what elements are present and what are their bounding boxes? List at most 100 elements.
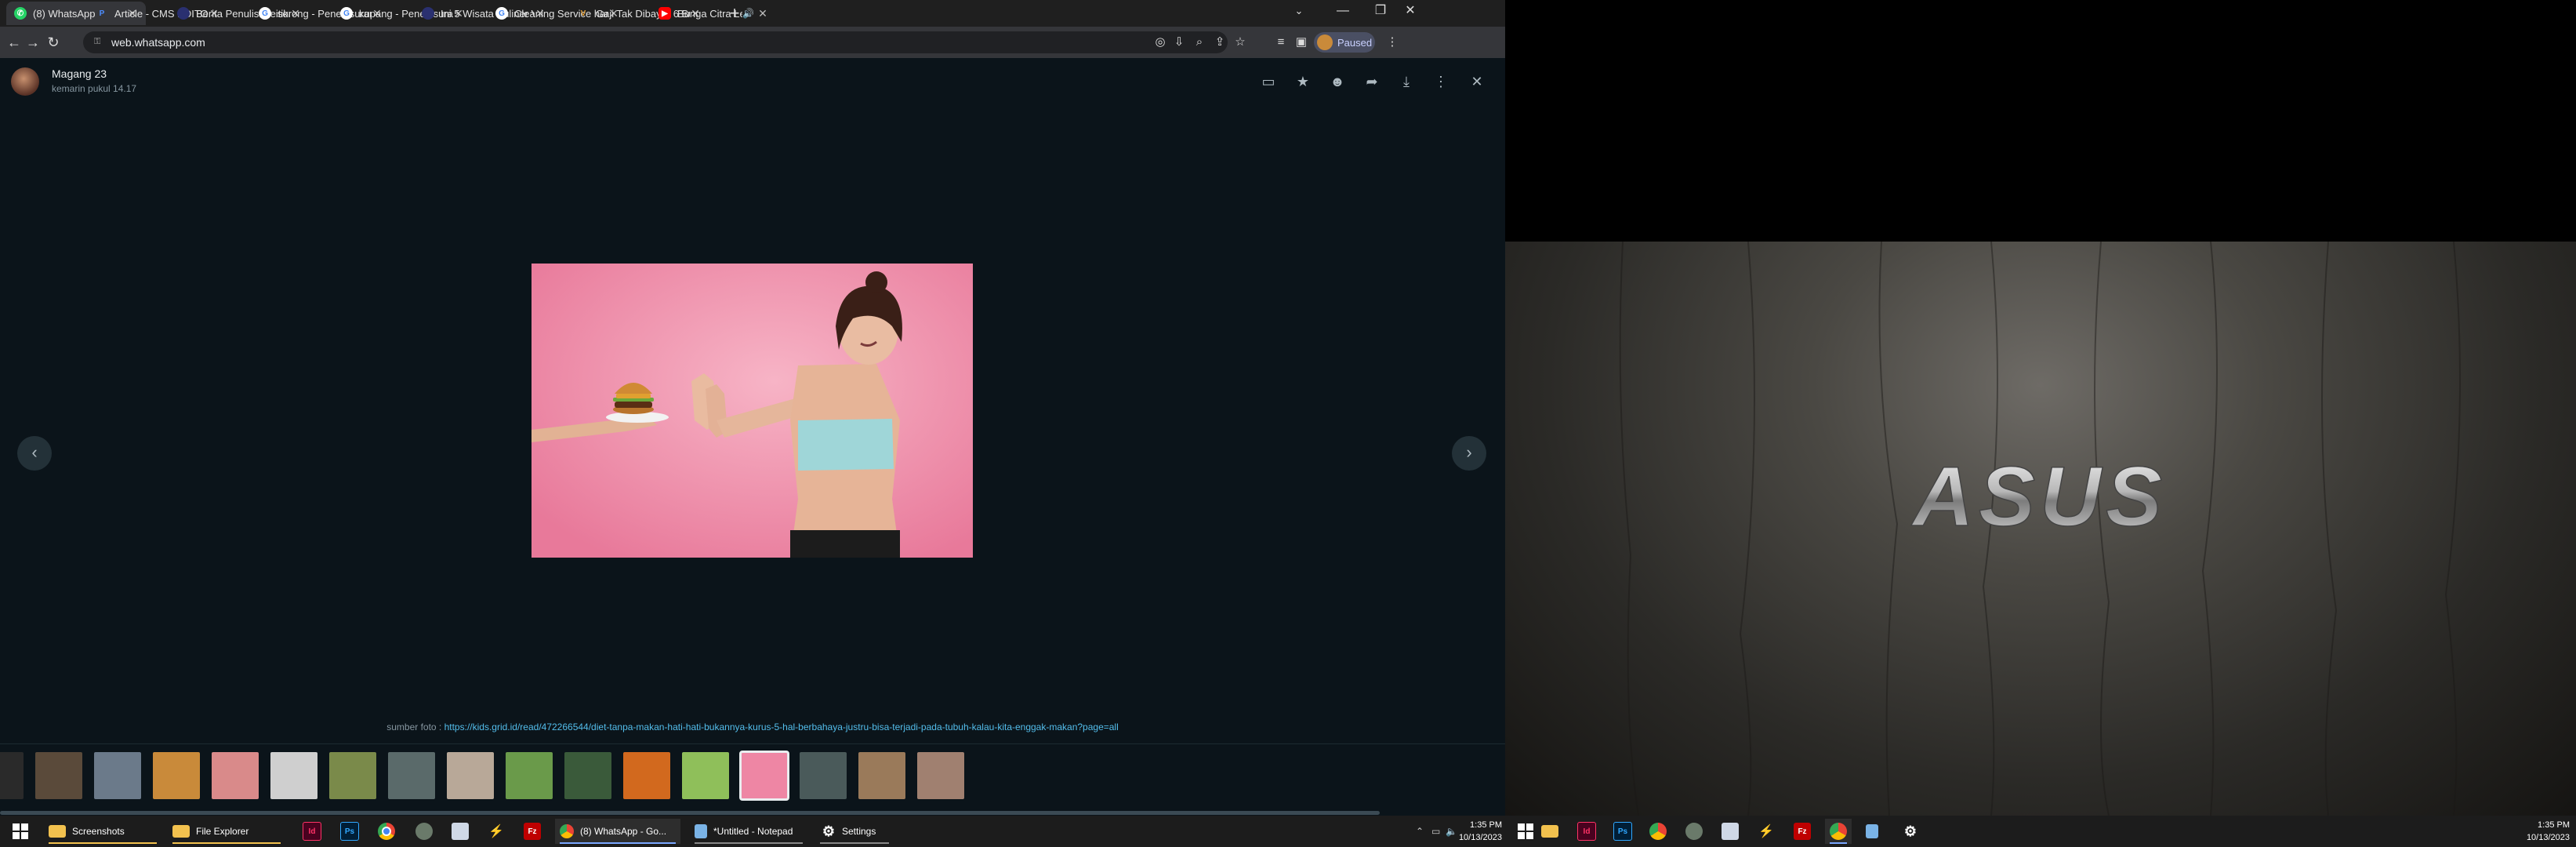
google-lens-icon[interactable]: ◎ [1152,35,1168,50]
notes-icon [1722,823,1739,840]
profile-status: Paused [1337,36,1373,49]
clock-date: 10/13/2023 [2526,833,2570,842]
thumbnail-scrollbar[interactable] [0,811,1380,815]
open-indicator [1830,842,1847,844]
site-info-icon[interactable]: ⚿ [94,37,102,46]
taskbar-item-whatsapp-chrome[interactable]: (8) WhatsApp - Go... [555,819,680,844]
system-clock[interactable]: 1:35 PM 10/13/2023 [2523,819,2570,844]
react-emoji-icon[interactable]: ☻ [1328,72,1347,91]
start-button[interactable] [1513,819,1538,844]
taskbar-notes[interactable] [1717,819,1743,844]
taskbar-label: *Untitled - Notepad [713,826,793,837]
media-thumbnail[interactable] [270,752,317,799]
taskbar-item-screenshots[interactable]: Screenshots [44,819,161,844]
media-thumbnail[interactable] [153,752,200,799]
acrobat-icon: ⚡ [488,825,504,838]
chrome-menu-icon[interactable]: ⋮ [1384,35,1400,50]
taskbar-app[interactable] [411,819,437,844]
close-window-icon[interactable]: ✕ [1392,0,1428,24]
back-icon[interactable]: ← [5,33,24,52]
media-thumbnail[interactable] [35,752,82,799]
media-thumbnail[interactable] [623,752,670,799]
zoom-icon[interactable]: ⌕ [1192,35,1207,50]
taskbar-acrobat[interactable]: ⚡ [1753,819,1780,844]
media-thumbnail[interactable] [388,752,435,799]
photoshop-icon: Ps [1613,822,1632,841]
reload-icon[interactable]: ↻ [44,33,63,52]
taskbar-notepad[interactable] [1861,819,1883,844]
taskbar-settings[interactable]: ⚙ [1897,819,1924,844]
taskbar-item-file-explorer[interactable]: File Explorer [168,819,285,844]
media-thumbnail[interactable] [329,752,376,799]
avatar[interactable] [11,67,39,96]
windows-icon [1518,823,1533,839]
tab-strip: ✆ (8) WhatsApp ✕ P Article - CMS EDITOR … [0,0,1505,27]
taskbar-acrobat[interactable]: ⚡ [483,819,510,844]
show-hidden-icons-chevron-icon[interactable]: ⌃ [1411,819,1428,844]
google-icon: G [495,7,508,20]
whatsapp-media-viewer: Magang 23 kemarin pukul 14.17 ▭ ★ ☻ ➦ ⤓ … [0,58,1505,816]
minimize-icon[interactable]: — [1325,0,1361,24]
taskbar-filezilla[interactable]: Fz [519,819,546,844]
taskbar-file-explorer[interactable] [1537,819,1563,844]
taskbar-filezilla[interactable]: Fz [1789,819,1816,844]
star-icon[interactable]: ★ [1293,72,1312,91]
google-icon: G [340,7,353,20]
media-thumbnail[interactable] [506,752,553,799]
caption-link[interactable]: https://kids.grid.id/read/472266544/diet… [444,722,1119,732]
taskbar-chrome[interactable] [373,819,400,844]
notes-icon [452,823,469,840]
tab-bunga-citra-lestari[interactable]: ▶ Bunga Citra Lesta 🔊 ✕ [651,2,776,25]
open-indicator [820,842,889,844]
previous-media-button[interactable]: ‹ [17,436,52,471]
taskbar-indesign[interactable]: Id [1573,819,1601,844]
clock-time: 1:35 PM [2538,820,2570,830]
folder-icon [1541,825,1558,838]
filezilla-icon: Fz [524,823,541,840]
side-panel-icon[interactable]: ▣ [1293,35,1309,50]
taskbar-chrome[interactable] [1645,819,1671,844]
media-thumbnail[interactable] [564,752,611,799]
taskbar-item-settings[interactable]: ⚙ Settings [815,819,894,844]
reading-list-icon[interactable]: ≡ [1273,35,1289,50]
media-thumbnail[interactable] [917,752,964,799]
share-icon[interactable]: ⇪ [1212,35,1228,50]
system-clock[interactable]: 1:35 PM 10/13/2023 [1455,819,1502,844]
address-bar[interactable]: ⚿ web.whatsapp.com [83,31,1228,53]
forward-icon[interactable]: → [24,33,42,52]
v-logo-icon: V [580,9,586,18]
tab-search-chevron-icon[interactable]: ⌄ [1287,0,1311,24]
new-tab-button[interactable]: + [724,3,745,24]
url-text[interactable]: web.whatsapp.com [111,36,205,49]
taskbar-app[interactable] [1681,819,1707,844]
media-thumbnail[interactable] [447,752,494,799]
next-media-button[interactable]: › [1452,436,1486,471]
start-button[interactable] [8,819,33,844]
taskbar-notes[interactable] [447,819,473,844]
download-icon[interactable]: ⤓ [1397,72,1416,91]
media-thumbnail[interactable] [212,752,259,799]
taskbar-chrome-active[interactable] [1825,819,1852,844]
go-to-message-icon[interactable]: ▭ [1259,72,1278,91]
taskbar-indesign[interactable]: Id [298,819,326,844]
media-thumbnail[interactable] [682,752,729,799]
close-viewer-icon[interactable]: ✕ [1468,72,1486,91]
profile-paused-button[interactable]: Paused [1314,32,1375,53]
taskbar-item-notepad[interactable]: *Untitled - Notepad [690,819,807,844]
filezilla-icon: Fz [1794,823,1811,840]
media-thumbnail[interactable] [0,752,24,799]
bookmark-star-icon[interactable]: ☆ [1232,35,1248,50]
install-app-icon[interactable]: ⇩ [1171,35,1187,50]
more-options-icon[interactable]: ⋮ [1431,72,1450,91]
close-tab-icon[interactable]: ✕ [757,7,768,20]
media-thumbnail[interactable] [858,752,905,799]
media-thumbnail[interactable] [739,751,789,801]
taskbar-photoshop[interactable]: Ps [1609,819,1637,844]
forward-icon[interactable]: ➦ [1362,72,1381,91]
chrome-icon [1649,823,1667,840]
photoshop-icon: Ps [340,822,359,841]
taskbar-photoshop[interactable]: Ps [336,819,364,844]
media-thumbnail[interactable] [94,752,141,799]
media-thumbnail[interactable] [800,752,847,799]
indesign-icon: Id [303,822,321,841]
